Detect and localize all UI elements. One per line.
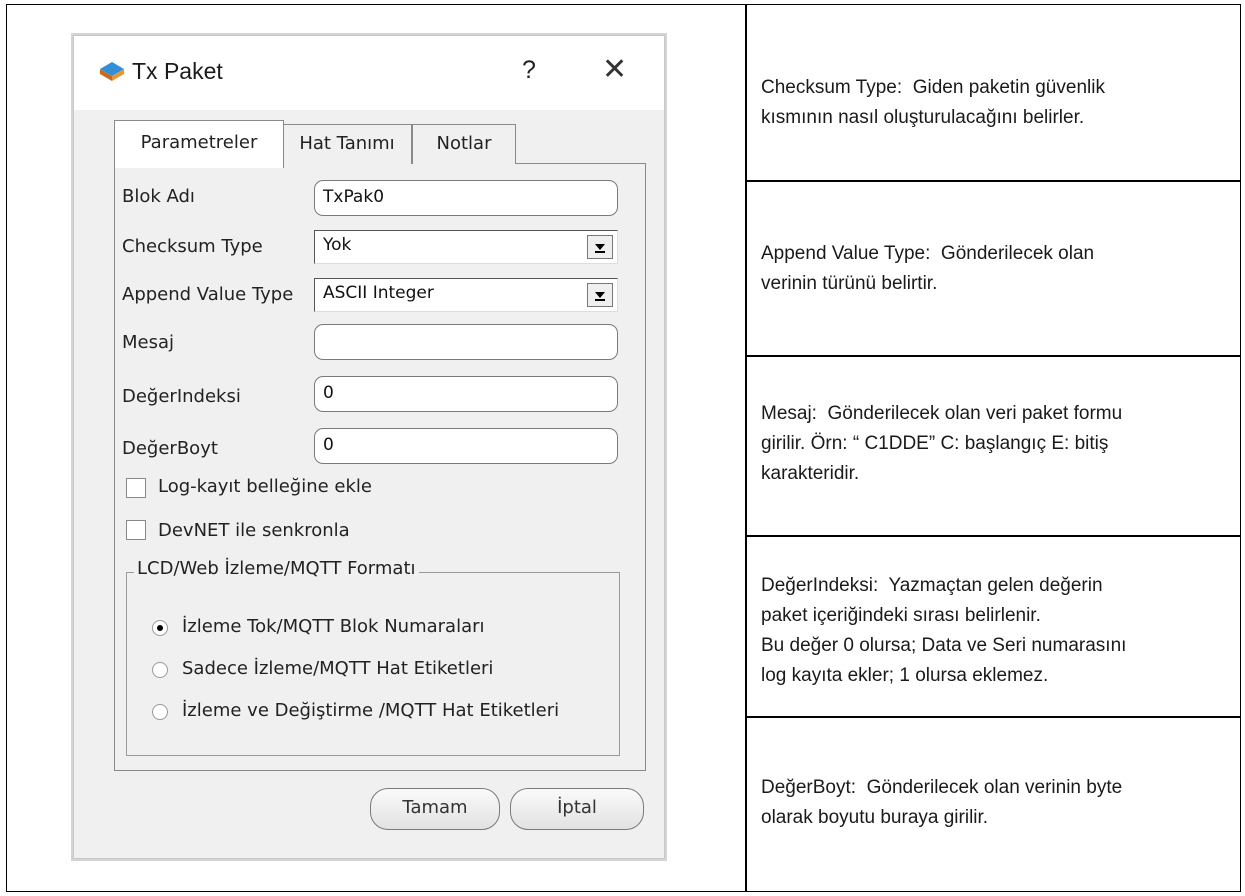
dropdown-arrow-icon[interactable] (587, 235, 613, 259)
row-divider (745, 535, 1240, 537)
tab-parametreler[interactable]: Parametreler (114, 120, 284, 168)
description-line: Mesaj: Gönderilecek olan veri paket form… (761, 403, 1123, 424)
row-divider (745, 180, 1240, 182)
ok-button[interactable]: Tamam (370, 788, 500, 830)
tx-paket-dialog: Tx Paket ? ✕ Parametreler Hat Tanımı Not… (73, 35, 665, 859)
dropdown-arrow-icon[interactable] (587, 283, 613, 307)
value-index-input[interactable]: 0 (314, 376, 618, 412)
checksum-type-select[interactable]: Yok (314, 230, 618, 264)
devnet-sync-label: DevNET ile senkronla (158, 520, 350, 541)
dialog-title: Tx Paket (132, 58, 223, 84)
description-line: DeğerIndeksi: Yazmaçtan gelen değerin (761, 575, 1103, 596)
description-line: girilir. Örn: “ C1DDE” C: başlangıç E: b… (761, 433, 1109, 454)
append-value-type-value: ASCII Integer (323, 283, 434, 303)
value-index-label: DeğerIndeksi (122, 386, 241, 407)
description-value-index: DeğerIndeksi: Yazmaçtan gelen değerin pa… (761, 571, 1236, 691)
description-line: Bu değer 0 olursa; Data ve Seri numarası… (761, 635, 1127, 656)
title-bar: Tx Paket ? ✕ (74, 36, 664, 110)
log-record-label: Log-kayıt belleğine ekle (158, 476, 372, 497)
document-table: Checksum Type: Giden paketin güvenlik kı… (6, 4, 1241, 892)
tab-notlar[interactable]: Notlar (412, 124, 516, 164)
cancel-button[interactable]: İptal (510, 788, 644, 830)
description-line: Append Value Type: Gönderilecek olan (761, 243, 1095, 264)
help-button[interactable]: ? (522, 56, 536, 85)
radio-block-numbers[interactable] (152, 620, 168, 636)
description-line: olarak boyutu buraya girilir. (761, 807, 989, 828)
radio-block-numbers-label: İzleme Tok/MQTT Blok Numaraları (182, 616, 485, 637)
description-line: log kayıta ekler; 1 olursa eklemez. (761, 665, 1049, 686)
radio-monitor-change-labels[interactable] (152, 704, 168, 720)
description-line: paket içeriğindeki sırası belirlenir. (761, 605, 1041, 626)
message-label: Mesaj (122, 332, 175, 353)
close-button[interactable]: ✕ (602, 52, 627, 87)
devnet-sync-checkbox[interactable] (126, 520, 146, 540)
description-value-size: DeğerBoyt: Gönderilecek olan verinin byt… (761, 773, 1236, 833)
format-group-title: LCD/Web İzleme/MQTT Formatı (134, 558, 419, 579)
value-size-label: DeğerBoyt (122, 438, 218, 459)
radio-line-labels[interactable] (152, 662, 168, 678)
radio-line-labels-label: Sadece İzleme/MQTT Hat Etiketleri (182, 658, 494, 679)
description-append-value: Append Value Type: Gönderilecek olan ver… (761, 239, 1236, 299)
checksum-type-value: Yok (323, 235, 352, 255)
block-name-label: Blok Adı (122, 186, 195, 207)
value-size-input[interactable]: 0 (314, 428, 618, 464)
description-checksum: Checksum Type: Giden paketin güvenlik kı… (761, 73, 1236, 133)
append-value-type-label: Append Value Type (122, 284, 294, 305)
description-line: kısmının nasıl oluşturulacağını belirler… (761, 107, 1085, 128)
tab-hat-tanimi[interactable]: Hat Tanımı (282, 124, 412, 164)
description-message: Mesaj: Gönderilecek olan veri paket form… (761, 399, 1236, 489)
message-input[interactable] (314, 324, 618, 360)
radio-monitor-change-labels-label: İzleme ve Değiştirme /MQTT Hat Etiketler… (182, 700, 560, 721)
row-divider (745, 716, 1240, 718)
column-divider (745, 5, 747, 891)
description-line: karakteridir. (761, 463, 860, 484)
log-record-checkbox[interactable] (126, 478, 146, 498)
row-divider (745, 355, 1240, 357)
block-name-input[interactable]: TxPak0 (314, 180, 618, 216)
app-icon (100, 62, 124, 81)
description-line: DeğerBoyt: Gönderilecek olan verinin byt… (761, 777, 1123, 798)
description-line: Checksum Type: Giden paketin güvenlik (761, 77, 1105, 98)
checksum-type-label: Checksum Type (122, 236, 263, 257)
append-value-type-select[interactable]: ASCII Integer (314, 278, 618, 312)
description-line: verinin türünü belirtir. (761, 273, 938, 294)
